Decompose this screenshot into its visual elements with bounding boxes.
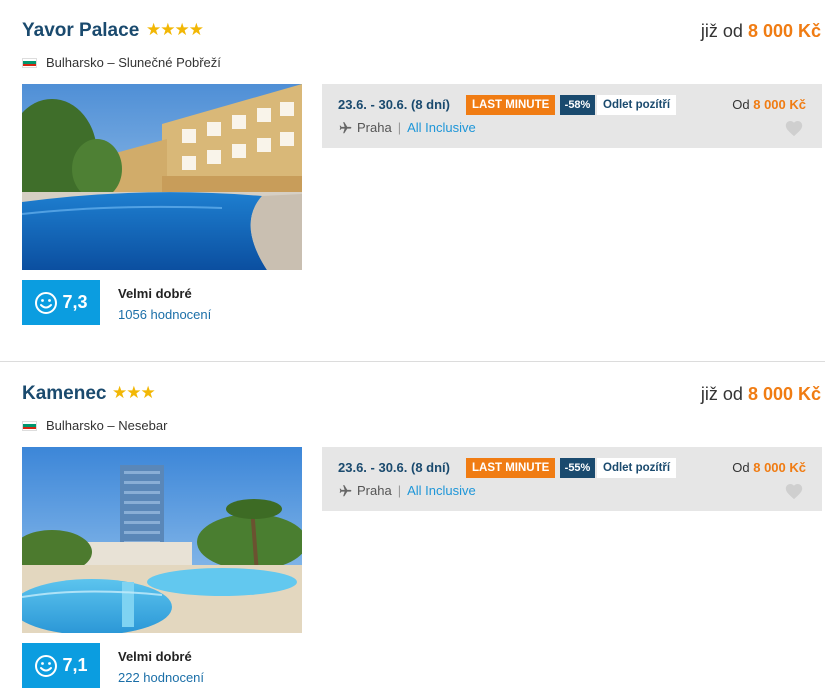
- discount-badge: -55%: [560, 458, 595, 478]
- offer-price: Od 8 000 Kč: [732, 460, 806, 475]
- hotel-title[interactable]: Yavor Palace: [22, 20, 139, 42]
- offer-row[interactable]: 23.6. - 30.6. (8 dní) LAST MINUTE -55% O…: [322, 447, 822, 511]
- offer-dates: 23.6. - 30.6. (8 dní): [338, 97, 450, 112]
- heart-icon[interactable]: [784, 482, 804, 500]
- location-text: Bulharsko – Slunečné Pobřeží: [46, 55, 221, 70]
- offer-dates: 23.6. - 30.6. (8 dní): [338, 460, 450, 475]
- offer-price: Od 8 000 Kč: [732, 97, 806, 112]
- origin-city: Praha: [357, 120, 392, 135]
- smiley-icon: [35, 291, 58, 314]
- reviews-link[interactable]: 1056 hodnocení: [118, 307, 211, 322]
- reviews-link[interactable]: 222 hodnocení: [118, 670, 204, 685]
- offer-details: Praha | All Inclusive: [338, 483, 476, 498]
- hotel-title[interactable]: Kamenec: [22, 383, 107, 405]
- location: Bulharsko – Slunečné Pobřeží: [22, 55, 221, 70]
- hotel-stars: ★★★★: [146, 20, 204, 39]
- price-prefix: již od: [700, 21, 743, 41]
- departure-badge: Odlet pozítří: [597, 95, 677, 115]
- rating-badge: 7,1: [22, 643, 100, 688]
- offer-price-amount: 8 000 Kč: [753, 97, 806, 112]
- hotel-stars: ★★★: [112, 383, 156, 402]
- discount-badge: -58%: [560, 95, 595, 115]
- price-from: již od 8 000 Kč: [701, 384, 821, 405]
- separator: |: [397, 483, 402, 498]
- last-minute-badge: LAST MINUTE: [466, 95, 556, 115]
- offer-price-prefix: Od: [732, 460, 750, 475]
- location-text: Bulharsko – Nesebar: [46, 418, 168, 433]
- hotel-photo[interactable]: [22, 447, 302, 633]
- heart-icon[interactable]: [784, 119, 804, 137]
- last-minute-badge: LAST MINUTE: [466, 458, 556, 478]
- rating-badge: 7,3: [22, 280, 100, 325]
- bulgaria-flag-icon: [22, 57, 37, 68]
- departure-badge: Odlet pozítří: [597, 458, 677, 478]
- rating-score: 7,1: [62, 655, 88, 675]
- card-divider: [0, 361, 825, 362]
- rating-summary: Velmi dobré 222 hodnocení: [118, 649, 204, 685]
- board-type-link[interactable]: All Inclusive: [407, 120, 476, 135]
- plane-icon: [339, 121, 352, 133]
- offer-price-amount: 8 000 Kč: [753, 460, 806, 475]
- separator: |: [397, 120, 402, 135]
- price-amount: 8 000 Kč: [747, 21, 821, 41]
- smiley-icon: [35, 654, 58, 677]
- price-amount: 8 000 Kč: [747, 384, 821, 404]
- rating-label: Velmi dobré: [118, 286, 192, 301]
- rating-score: 7,3: [62, 292, 88, 312]
- rating-summary: Velmi dobré 1056 hodnocení: [118, 286, 211, 322]
- price-prefix: již od: [700, 384, 743, 404]
- location: Bulharsko – Nesebar: [22, 418, 167, 433]
- board-type-link[interactable]: All Inclusive: [407, 483, 476, 498]
- hotel-photo[interactable]: [22, 84, 302, 270]
- offer-row[interactable]: 23.6. - 30.6. (8 dní) LAST MINUTE -58% O…: [322, 84, 822, 148]
- price-from: již od 8 000 Kč: [701, 21, 821, 42]
- hotel-card-kamenec: Kamenec ★★★ již od 8 000 Kč Bulharsko – …: [0, 363, 825, 698]
- origin-city: Praha: [357, 483, 392, 498]
- hotel-card-yavor-palace: Yavor Palace ★★★★ již od 8 000 Kč Bulhar…: [0, 0, 825, 361]
- rating-label: Velmi dobré: [118, 649, 192, 664]
- offer-price-prefix: Od: [732, 97, 750, 112]
- bulgaria-flag-icon: [22, 420, 37, 431]
- plane-icon: [339, 484, 352, 496]
- offer-details: Praha | All Inclusive: [338, 120, 476, 135]
